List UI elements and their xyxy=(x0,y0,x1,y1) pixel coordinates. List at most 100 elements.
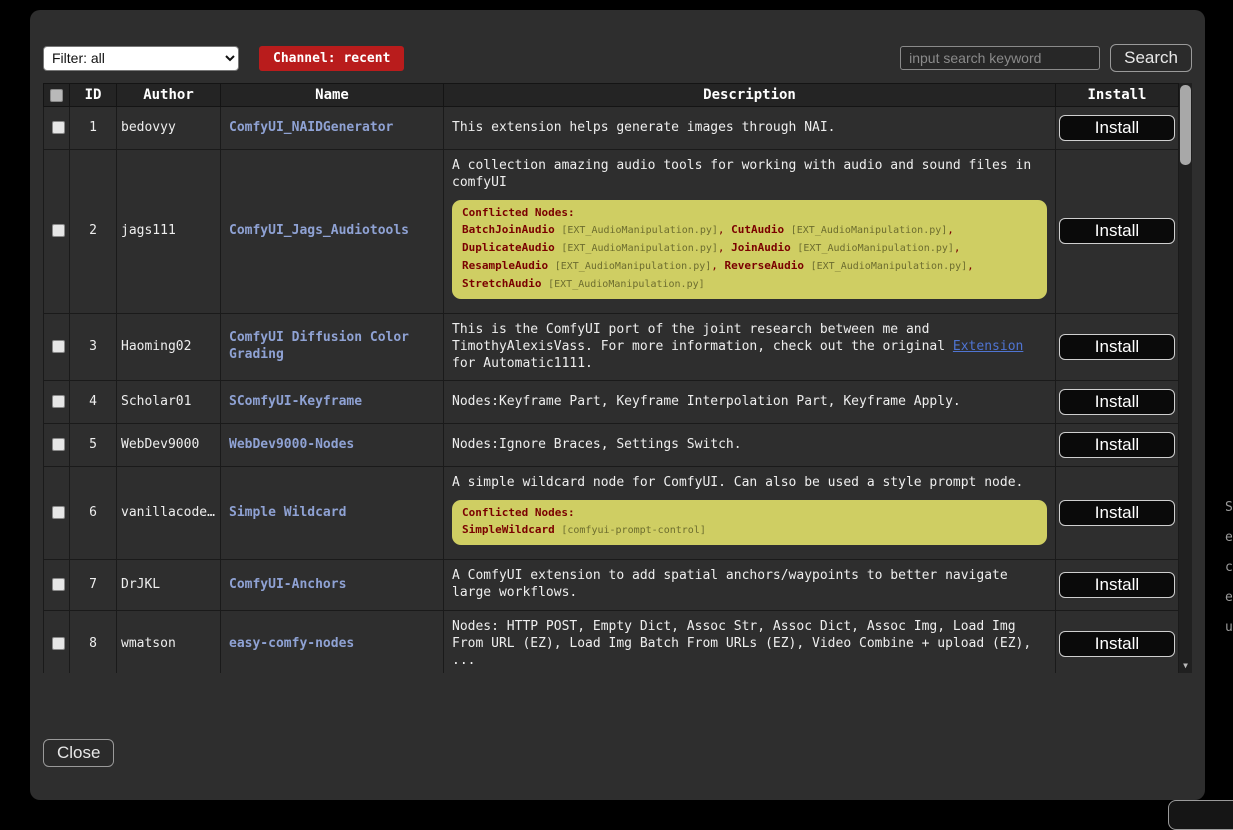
row-author: wmatson xyxy=(117,611,221,673)
row-checkbox-cell xyxy=(44,150,70,314)
row-checkbox-cell xyxy=(44,611,70,673)
row-author: WebDev9000 xyxy=(117,424,221,467)
description-text: This extension helps generate images thr… xyxy=(452,120,1047,137)
edge-fragment: e xyxy=(1225,530,1233,545)
row-checkbox-cell xyxy=(44,313,70,381)
row-description: Nodes:Keyframe Part, Keyframe Interpolat… xyxy=(444,381,1056,424)
conflict-node-name: CutAudio xyxy=(731,223,784,236)
search-input[interactable] xyxy=(900,46,1100,70)
header-id: ID xyxy=(70,84,117,107)
row-author: jags111 xyxy=(117,150,221,314)
row-install-cell: Install xyxy=(1056,313,1179,381)
description-text: A ComfyUI extension to add spatial ancho… xyxy=(452,568,1047,602)
conflict-node-name: DuplicateAudio xyxy=(462,241,555,254)
description-text: Nodes:Ignore Braces, Settings Switch. xyxy=(452,437,1047,454)
table-row: 4Scholar01SComfyUI-KeyframeNodes:Keyfram… xyxy=(44,381,1179,424)
row-install-cell: Install xyxy=(1056,107,1179,150)
edge-fragment: c xyxy=(1225,560,1233,575)
row-extension-name[interactable]: ComfyUI Diffusion Color Grading xyxy=(221,313,444,381)
row-extension-name[interactable]: ComfyUI_NAIDGenerator xyxy=(221,107,444,150)
conflict-node-name: StretchAudio xyxy=(462,277,541,290)
row-checkbox[interactable] xyxy=(52,340,65,353)
row-checkbox-cell xyxy=(44,467,70,560)
row-extension-name[interactable]: ComfyUI-Anchors xyxy=(221,560,444,611)
row-description: This extension helps generate images thr… xyxy=(444,107,1056,150)
row-id: 3 xyxy=(70,313,117,381)
row-description: Nodes: HTTP POST, Empty Dict, Assoc Str,… xyxy=(444,611,1056,673)
table-scrollbar[interactable]: ▼ xyxy=(1179,83,1192,673)
row-id: 1 xyxy=(70,107,117,150)
row-checkbox[interactable] xyxy=(52,637,65,650)
table-header-row: ID Author Name Description Install xyxy=(44,84,1179,107)
description-text: Nodes: HTTP POST, Empty Dict, Assoc Str,… xyxy=(452,619,1047,670)
row-extension-name[interactable]: SComfyUI-Keyframe xyxy=(221,381,444,424)
table-row: 8wmatsoneasy-comfy-nodesNodes: HTTP POST… xyxy=(44,611,1179,673)
row-id: 8 xyxy=(70,611,117,673)
row-checkbox[interactable] xyxy=(52,506,65,519)
conflict-node-source: [EXT_AudioManipulation.py] xyxy=(791,225,948,236)
row-author: DrJKL xyxy=(117,560,221,611)
row-author: Scholar01 xyxy=(117,381,221,424)
filter-select[interactable]: Filter: all xyxy=(43,46,239,71)
conflicted-nodes-title: Conflicted Nodes: xyxy=(462,506,1037,519)
header-name: Name xyxy=(221,84,444,107)
description-link[interactable]: Extension xyxy=(953,339,1023,354)
conflict-node-name: JoinAudio xyxy=(731,241,791,254)
row-extension-name[interactable]: WebDev9000-Nodes xyxy=(221,424,444,467)
description-text: A collection amazing audio tools for wor… xyxy=(452,158,1047,192)
custom-nodes-dialog: Filter: all Channel: recent Search ID Au… xyxy=(30,10,1205,800)
row-checkbox-cell xyxy=(44,424,70,467)
conflict-node-source: [EXT_AudioManipulation.py] xyxy=(561,225,718,236)
select-all-cell xyxy=(44,84,70,107)
row-checkbox[interactable] xyxy=(52,438,65,451)
install-button[interactable]: Install xyxy=(1059,631,1175,657)
scroll-down-icon[interactable]: ▼ xyxy=(1179,661,1192,671)
row-checkbox[interactable] xyxy=(52,578,65,591)
table-row: 3Haoming02ComfyUI Diffusion Color Gradin… xyxy=(44,313,1179,381)
conflicted-nodes-list: BatchJoinAudio [EXT_AudioManipulation.py… xyxy=(462,221,1037,293)
row-id: 6 xyxy=(70,467,117,560)
install-button[interactable]: Install xyxy=(1059,115,1175,141)
conflicted-nodes-title: Conflicted Nodes: xyxy=(462,206,1037,219)
install-button[interactable]: Install xyxy=(1059,389,1175,415)
row-checkbox[interactable] xyxy=(52,224,65,237)
row-description: Nodes:Ignore Braces, Settings Switch. xyxy=(444,424,1056,467)
conflict-node-name: ReverseAudio xyxy=(725,259,804,272)
row-author: vanillacode… xyxy=(117,467,221,560)
extensions-tbody: 1bedovyyComfyUI_NAIDGeneratorThis extens… xyxy=(44,107,1179,674)
install-button[interactable]: Install xyxy=(1059,218,1175,244)
row-checkbox-cell xyxy=(44,107,70,150)
select-all-checkbox[interactable] xyxy=(50,89,63,102)
edge-fragment: e xyxy=(1225,590,1233,605)
row-install-cell: Install xyxy=(1056,560,1179,611)
scrollbar-thumb[interactable] xyxy=(1180,85,1191,165)
search-button[interactable]: Search xyxy=(1110,44,1192,72)
row-install-cell: Install xyxy=(1056,611,1179,673)
table-row: 2jags111ComfyUI_Jags_AudiotoolsA collect… xyxy=(44,150,1179,314)
row-id: 2 xyxy=(70,150,117,314)
row-checkbox[interactable] xyxy=(52,395,65,408)
conflict-node-source: [EXT_AudioManipulation.py] xyxy=(548,279,705,290)
header-description: Description xyxy=(444,84,1056,107)
install-button[interactable]: Install xyxy=(1059,500,1175,526)
partial-corner-button[interactable] xyxy=(1168,800,1233,830)
row-description: A simple wildcard node for ComfyUI. Can … xyxy=(444,467,1056,560)
close-button[interactable]: Close xyxy=(43,739,114,767)
row-extension-name[interactable]: easy-comfy-nodes xyxy=(221,611,444,673)
row-id: 5 xyxy=(70,424,117,467)
row-checkbox[interactable] xyxy=(52,121,65,134)
install-button[interactable]: Install xyxy=(1059,572,1175,598)
conflict-node-source: [EXT_AudioManipulation.py] xyxy=(555,261,712,272)
row-extension-name[interactable]: Simple Wildcard xyxy=(221,467,444,560)
conflict-node-name: SimpleWildcard xyxy=(462,523,555,536)
row-install-cell: Install xyxy=(1056,150,1179,314)
install-button[interactable]: Install xyxy=(1059,432,1175,458)
conflict-node-source: [EXT_AudioManipulation.py] xyxy=(797,243,954,254)
extensions-table-container: ID Author Name Description Install 1bedo… xyxy=(43,83,1192,673)
table-row: 1bedovyyComfyUI_NAIDGeneratorThis extens… xyxy=(44,107,1179,150)
row-id: 4 xyxy=(70,381,117,424)
row-checkbox-cell xyxy=(44,560,70,611)
row-extension-name[interactable]: ComfyUI_Jags_Audiotools xyxy=(221,150,444,314)
conflict-node-source: [EXT_AudioManipulation.py] xyxy=(561,243,718,254)
install-button[interactable]: Install xyxy=(1059,334,1175,360)
